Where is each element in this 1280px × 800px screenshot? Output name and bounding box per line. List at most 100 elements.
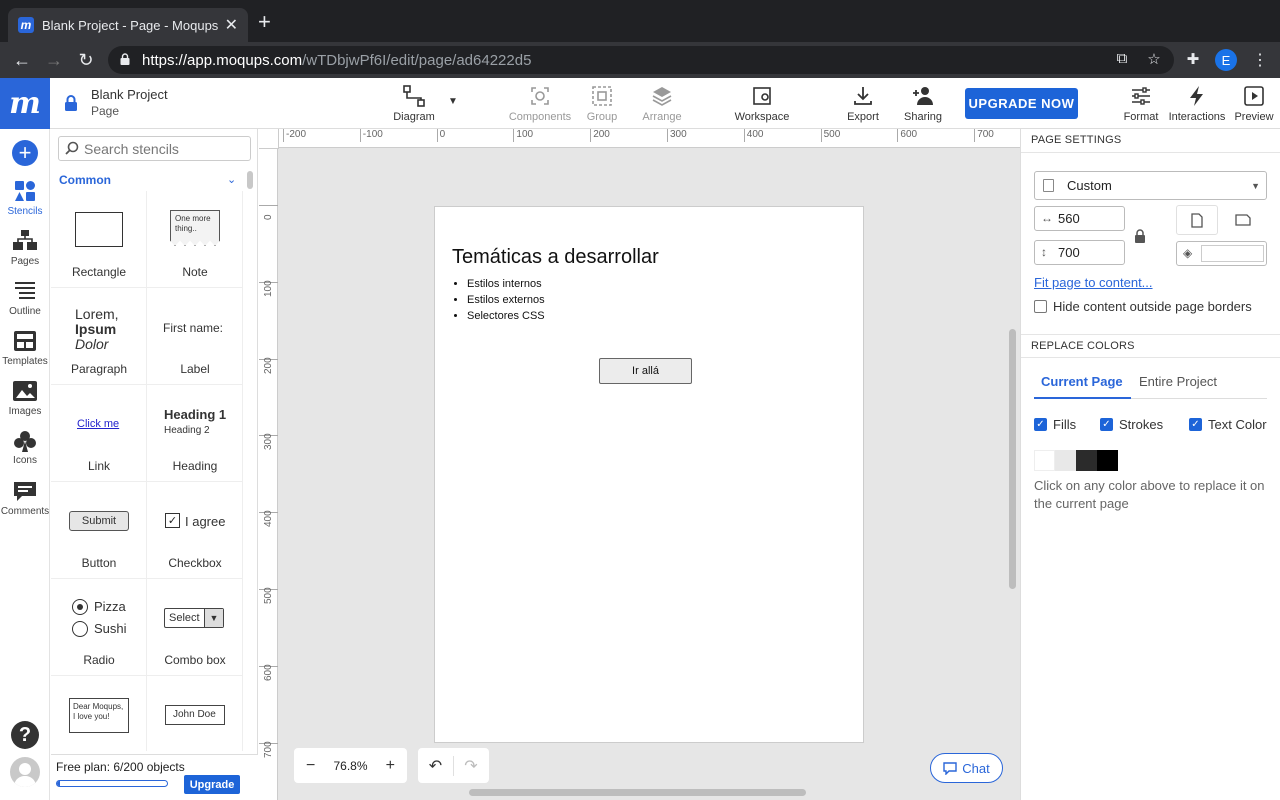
horizontal-scrollbar[interactable]	[469, 789, 806, 796]
preview-tool[interactable]: Preview	[1233, 78, 1275, 129]
aspect-lock-icon[interactable]	[1134, 229, 1146, 243]
page-height-field[interactable]: ↕ 700	[1034, 240, 1125, 265]
user-avatar[interactable]	[10, 757, 40, 787]
diagram-dropdown-icon[interactable]: ▼	[448, 96, 458, 107]
diagram-tool[interactable]: Diagram	[392, 78, 436, 129]
fill-color-swatch	[1201, 245, 1264, 262]
hide-outside-checkbox-row[interactable]: Hide content outside page borders	[1034, 299, 1252, 314]
stencil-radio[interactable]: Pizza Sushi Radio	[51, 579, 147, 676]
color-swatch-black[interactable]	[1097, 450, 1118, 471]
outline-icon	[15, 282, 35, 299]
profile-avatar[interactable]: E	[1215, 49, 1237, 71]
ruler-v-tick: 700	[259, 741, 278, 758]
reload-icon[interactable]: ↻	[74, 48, 98, 72]
vertical-scrollbar[interactable]	[1009, 329, 1016, 589]
extensions-icon[interactable]: ✚	[1183, 50, 1203, 70]
group-tool[interactable]: Group	[584, 78, 620, 129]
stencil-text-input[interactable]: John Doe	[147, 676, 243, 751]
list-item: Selectores CSS	[467, 308, 545, 324]
color-swatch-dark-gray[interactable]	[1076, 450, 1097, 471]
stencil-note[interactable]: One more thing.. Note	[147, 191, 243, 288]
undo-icon[interactable]: ↶	[418, 756, 453, 776]
stencil-checkbox[interactable]: ✓ I agree Checkbox	[147, 482, 243, 579]
moqups-logo[interactable]: m	[0, 78, 50, 129]
rail-templates[interactable]: Templates	[0, 330, 50, 367]
rail-images-label: Images	[8, 406, 42, 417]
stencil-paragraph[interactable]: Lorem, Ipsum Dolor Paragraph	[51, 288, 147, 385]
workspace-tool[interactable]: Workspace	[734, 78, 790, 129]
stencil-textarea[interactable]: Dear Moqups, I love you!	[51, 676, 147, 751]
url-field[interactable]: https://app.moqups.com/wTDbjwPf6I/edit/p…	[108, 46, 1174, 74]
page-heading[interactable]: Temáticas a desarrollar	[452, 246, 659, 269]
sharing-tool[interactable]: Sharing	[902, 78, 944, 129]
url-host: https://app.moqups.com	[142, 51, 303, 69]
project-lock-icon[interactable]	[64, 95, 78, 111]
search-stencils-input[interactable]: Search stencils	[58, 136, 251, 161]
document-icon	[1043, 179, 1054, 192]
fit-page-to-content-link[interactable]: Fit page to content...	[1034, 275, 1153, 290]
stencil-link[interactable]: Click me Link	[51, 385, 147, 482]
rail-comments[interactable]: Comments	[0, 480, 50, 517]
close-tab-icon[interactable]: ✕	[225, 15, 238, 35]
color-swatch-light-gray[interactable]	[1055, 450, 1076, 471]
tab-current-page[interactable]: Current Page	[1041, 374, 1123, 389]
rail-pages[interactable]: Pages	[0, 230, 50, 267]
color-swatch-white[interactable]	[1034, 450, 1055, 471]
rail-outline[interactable]: Outline	[0, 280, 50, 317]
rail-images[interactable]: Images	[0, 380, 50, 417]
upgrade-button[interactable]: Upgrade	[184, 775, 240, 794]
export-tool[interactable]: Export	[845, 78, 881, 129]
help-icon[interactable]: ?	[11, 721, 39, 749]
upgrade-now-button[interactable]: UPGRADE NOW	[965, 88, 1078, 119]
strokes-checkbox[interactable]: ✓	[1100, 418, 1113, 431]
add-icon[interactable]: +	[12, 140, 38, 166]
design-page[interactable]: Temáticas a desarrollar Estilos internos…	[434, 206, 864, 743]
stencils-scrollbar[interactable]	[247, 171, 253, 189]
stencil-rectangle[interactable]: Rectangle	[51, 191, 147, 288]
page-button-ir-alla[interactable]: Ir allá	[599, 358, 692, 384]
ruler-v-label: 200	[263, 356, 274, 374]
paint-bucket-icon: ◈	[1183, 246, 1193, 260]
zoom-level[interactable]: 76.8%	[333, 759, 367, 773]
chat-bubble-icon	[943, 761, 957, 775]
stencil-label-item[interactable]: First name: Label	[147, 288, 243, 385]
stencil-button[interactable]: Submit Button	[51, 482, 147, 579]
rail-stencils[interactable]: Stencils	[0, 180, 50, 217]
zoom-out-button[interactable]: −	[306, 757, 315, 775]
translate-icon[interactable]: ⧉	[1112, 50, 1132, 70]
project-name[interactable]: Blank Project	[91, 87, 168, 102]
stencil-category[interactable]: Common	[59, 173, 111, 187]
portrait-orientation-button[interactable]	[1176, 205, 1218, 235]
tab-entire-project[interactable]: Entire Project	[1139, 374, 1217, 389]
page-size-preset-select[interactable]: Custom ▼	[1034, 171, 1267, 200]
stencil-heading[interactable]: Heading 1 Heading 2 Heading	[147, 385, 243, 482]
stencil-combo-box[interactable]: Select ▼ Combo box	[147, 579, 243, 676]
browser-menu-icon[interactable]: ⋮	[1252, 50, 1268, 70]
fills-checkbox[interactable]: ✓	[1034, 418, 1047, 431]
browser-tab[interactable]: m Blank Project - Page - Moqups ✕	[8, 8, 248, 42]
fills-checkbox-row[interactable]: ✓ Fills	[1034, 417, 1076, 432]
components-tool[interactable]: Components	[508, 78, 572, 129]
text-color-checkbox-row[interactable]: ✓ Text Color	[1189, 417, 1267, 432]
interactions-tool[interactable]: Interactions	[1167, 78, 1227, 129]
redo-icon[interactable]: ↷	[453, 755, 488, 776]
canvas-area[interactable]: -200 -100 0 100 200 300 400 500 600 700 0 100 200 30…	[259, 129, 1020, 800]
arrange-tool[interactable]: Arrange	[640, 78, 684, 129]
chat-button[interactable]: Chat	[930, 753, 1003, 783]
chevron-down-icon[interactable]: ⌄	[227, 173, 236, 186]
hide-outside-checkbox[interactable]	[1034, 300, 1047, 313]
zoom-in-button[interactable]: +	[386, 757, 395, 775]
page-bullet-list[interactable]: Estilos internos Estilos externos Select…	[467, 276, 545, 324]
forward-icon[interactable]: →	[42, 48, 66, 72]
rail-icons[interactable]: Icons	[0, 429, 50, 466]
strokes-checkbox-row[interactable]: ✓ Strokes	[1100, 417, 1163, 432]
text-color-checkbox[interactable]: ✓	[1189, 418, 1202, 431]
bookmark-star-icon[interactable]: ☆	[1144, 50, 1164, 70]
page-fill-color-picker[interactable]: ◈	[1176, 241, 1267, 266]
ruler-v-label: 600	[263, 664, 274, 681]
back-icon[interactable]: ←	[10, 48, 34, 72]
page-width-field[interactable]: ↔ 560	[1034, 206, 1125, 231]
format-tool[interactable]: Format	[1122, 78, 1160, 129]
landscape-orientation-button[interactable]	[1222, 205, 1264, 235]
new-tab-icon[interactable]: +	[258, 11, 271, 33]
